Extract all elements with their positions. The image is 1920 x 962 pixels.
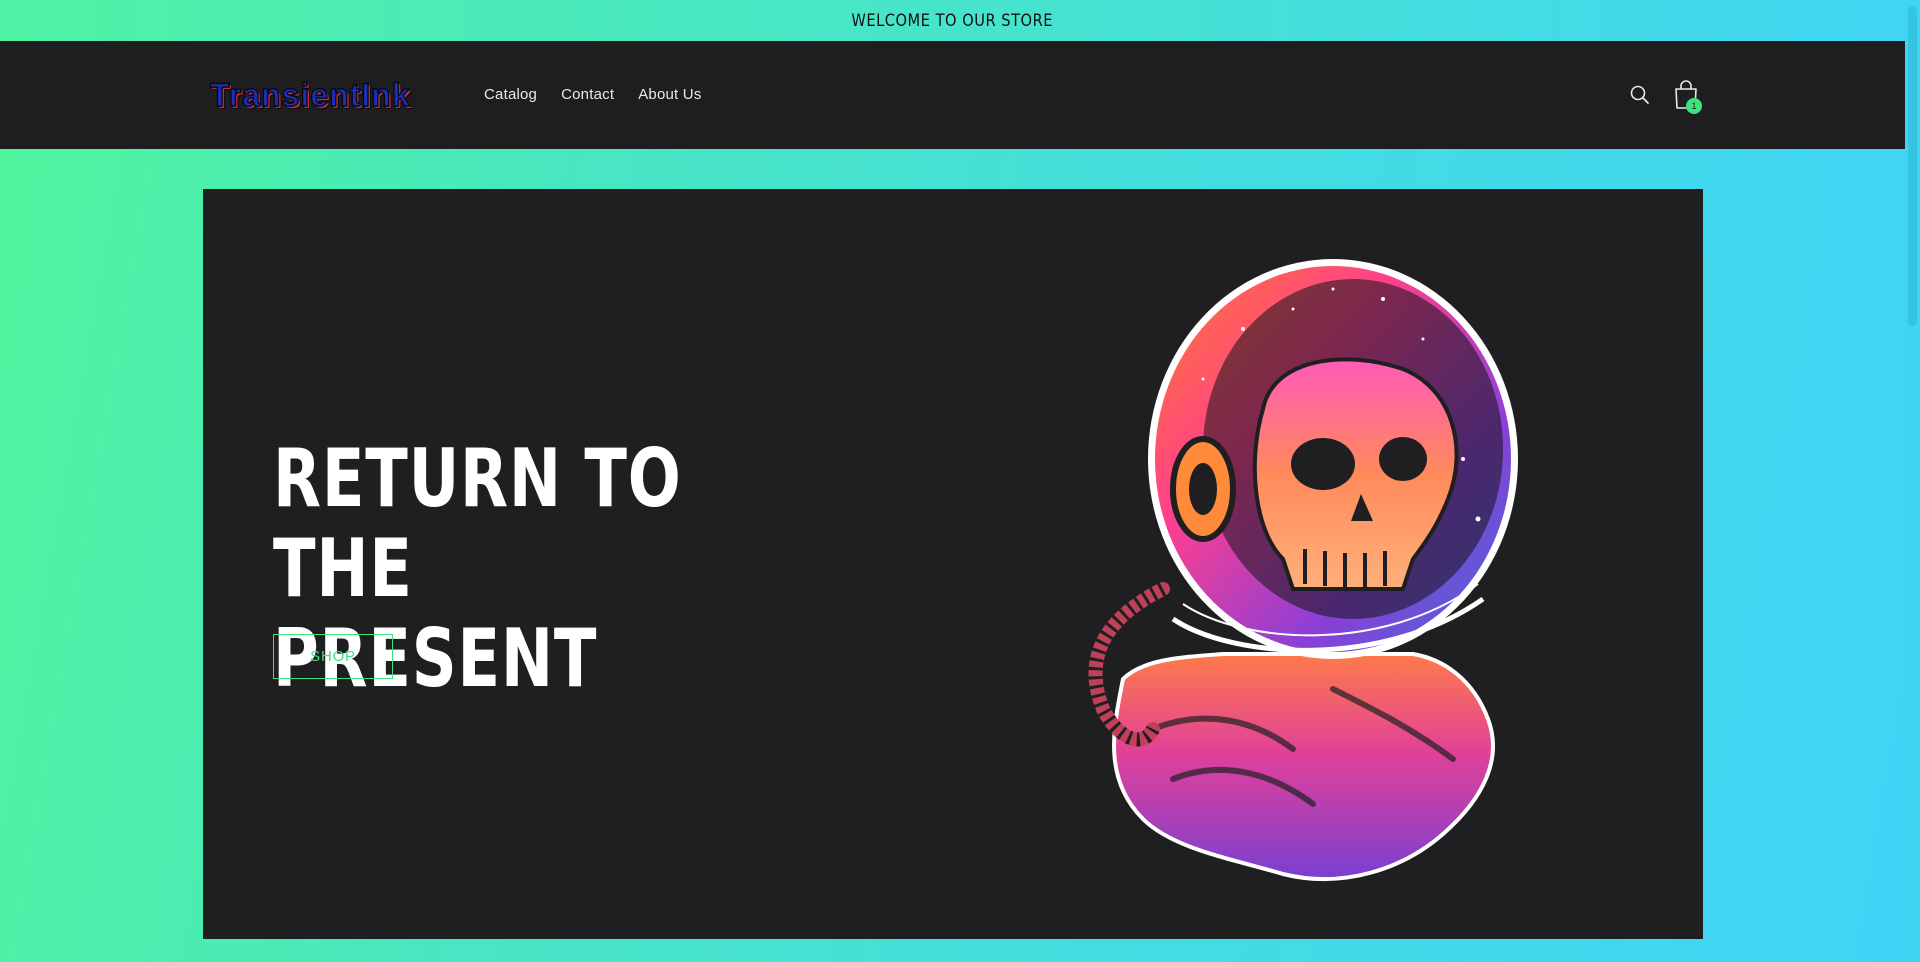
shop-button[interactable]: SHOP	[273, 634, 393, 679]
announcement-text: WELCOME TO OUR STORE	[851, 10, 1054, 31]
logo-text: TransientInk	[209, 76, 411, 113]
store-logo[interactable]: TransientInk	[209, 75, 434, 115]
cart-count-badge: 1	[1686, 98, 1702, 114]
announcement-bar: WELCOME TO OUR STORE	[0, 0, 1905, 41]
search-button[interactable]	[1628, 83, 1652, 107]
hero-banner: RETURN TO THE PRESENT SHOP	[203, 189, 1703, 939]
site-header: TransientInk Catalog Contact About Us 1	[0, 41, 1905, 149]
nav-link-about-us[interactable]: About Us	[626, 86, 713, 103]
scrollbar-thumb[interactable]	[1908, 6, 1917, 326]
search-icon	[1630, 85, 1649, 104]
nav-link-contact[interactable]: Contact	[549, 86, 626, 103]
nav-link-catalog[interactable]: Catalog	[472, 86, 549, 103]
main-navigation: Catalog Contact About Us	[472, 86, 714, 103]
astronaut-skull-illustration	[1088, 259, 1518, 882]
